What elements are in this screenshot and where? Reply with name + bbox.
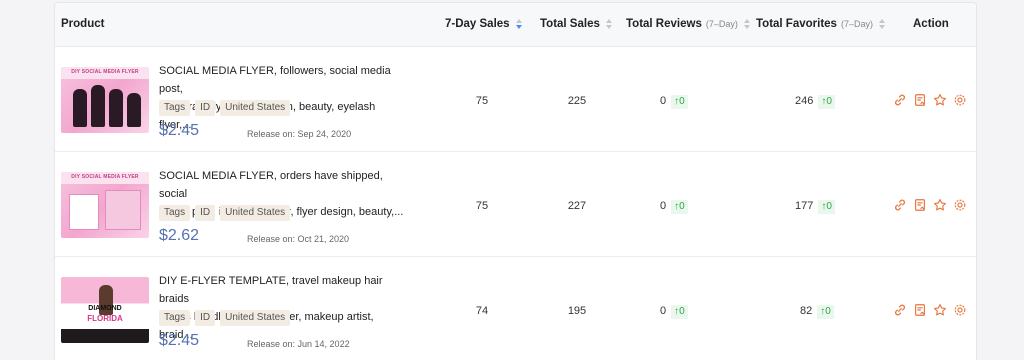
favorites-delta: ↑0: [818, 95, 835, 109]
total-reviews: 0 ↑0: [660, 95, 720, 109]
total-favorites: 246 ↑0: [795, 95, 875, 109]
total-reviews: 0 ↑0: [660, 305, 720, 319]
total-favorites: 177 ↑0: [795, 200, 875, 214]
report-icon[interactable]: [913, 198, 927, 212]
link-icon[interactable]: [893, 93, 907, 107]
col-product: Product: [61, 18, 105, 30]
col-7day-sales[interactable]: 7-Day Sales: [445, 18, 523, 30]
settings-icon[interactable]: [953, 93, 967, 107]
table-row: DIY SOCIAL MEDIA FLYER SOCIAL MEDIA FLYE…: [55, 47, 976, 152]
product-table: Product 7-Day Sales Total Sales Total Re…: [54, 2, 977, 360]
tag-badge: ID: [195, 205, 216, 221]
tag-badge: United States: [220, 100, 291, 116]
seven-day-sales: 75: [475, 95, 489, 107]
tag-badge: Tags: [159, 100, 191, 116]
product-thumbnail[interactable]: DIY SOCIAL MEDIA FLYER: [61, 67, 149, 133]
seven-day-sales: 74: [475, 305, 489, 317]
link-icon[interactable]: [893, 303, 907, 317]
tag-badge: Tags: [159, 310, 191, 326]
seven-day-sales: 75: [475, 200, 489, 212]
col-action: Action: [913, 18, 949, 30]
report-icon[interactable]: [913, 303, 927, 317]
product-thumbnail[interactable]: DIAMOND FLORIDA: [61, 277, 149, 343]
link-icon[interactable]: [893, 198, 907, 212]
row-actions: [893, 198, 967, 212]
favorites-delta: ↑0: [818, 200, 835, 214]
settings-icon[interactable]: [953, 303, 967, 317]
sort-icon[interactable]: [515, 19, 523, 29]
sort-icon[interactable]: [605, 19, 613, 29]
product-price: $2.45: [159, 122, 200, 139]
reviews-delta: ↑0: [671, 95, 688, 109]
reviews-delta: ↑0: [671, 305, 688, 319]
product-tags: Tags ID United States: [159, 100, 291, 116]
star-icon[interactable]: [933, 93, 947, 107]
table-row: DIAMOND FLORIDA DIY E-FLYER TEMPLATE, tr…: [55, 257, 976, 360]
reviews-delta: ↑0: [671, 200, 688, 214]
product-tags: Tags ID United States: [159, 310, 291, 326]
row-actions: [893, 93, 967, 107]
total-sales: 195: [567, 305, 587, 317]
tag-badge: ID: [195, 100, 216, 116]
report-icon[interactable]: [913, 93, 927, 107]
tag-badge: Tags: [159, 205, 191, 221]
total-favorites: 82 ↑0: [800, 305, 880, 319]
product-price: $2.45: [159, 332, 200, 349]
release-date: Release on: Oct 21, 2020: [247, 234, 350, 244]
product-thumbnail[interactable]: DIY SOCIAL MEDIA FLYER: [61, 172, 149, 238]
table-row: DIY SOCIAL MEDIA FLYER SOCIAL MEDIA FLYE…: [55, 152, 976, 257]
tag-badge: United States: [220, 205, 291, 221]
total-sales: 225: [567, 95, 587, 107]
tag-badge: ID: [195, 310, 216, 326]
col-total-favorites[interactable]: Total Favorites (7–Day): [756, 18, 886, 30]
col-total-sales[interactable]: Total Sales: [540, 18, 613, 30]
total-sales: 227: [567, 200, 587, 212]
col-total-reviews[interactable]: Total Reviews (7–Day): [626, 18, 751, 30]
product-price: $2.62: [159, 227, 200, 244]
row-actions: [893, 303, 967, 317]
table-header: Product 7-Day Sales Total Sales Total Re…: [55, 3, 976, 47]
product-tags: Tags ID United States: [159, 205, 291, 221]
star-icon[interactable]: [933, 198, 947, 212]
star-icon[interactable]: [933, 303, 947, 317]
sort-icon[interactable]: [743, 19, 751, 29]
settings-icon[interactable]: [953, 198, 967, 212]
favorites-delta: ↑0: [817, 305, 834, 319]
tag-badge: United States: [220, 310, 291, 326]
sort-icon[interactable]: [878, 19, 886, 29]
total-reviews: 0 ↑0: [660, 200, 720, 214]
release-date: Release on: Jun 14, 2022: [247, 339, 350, 349]
release-date: Release on: Sep 24, 2020: [247, 129, 352, 139]
